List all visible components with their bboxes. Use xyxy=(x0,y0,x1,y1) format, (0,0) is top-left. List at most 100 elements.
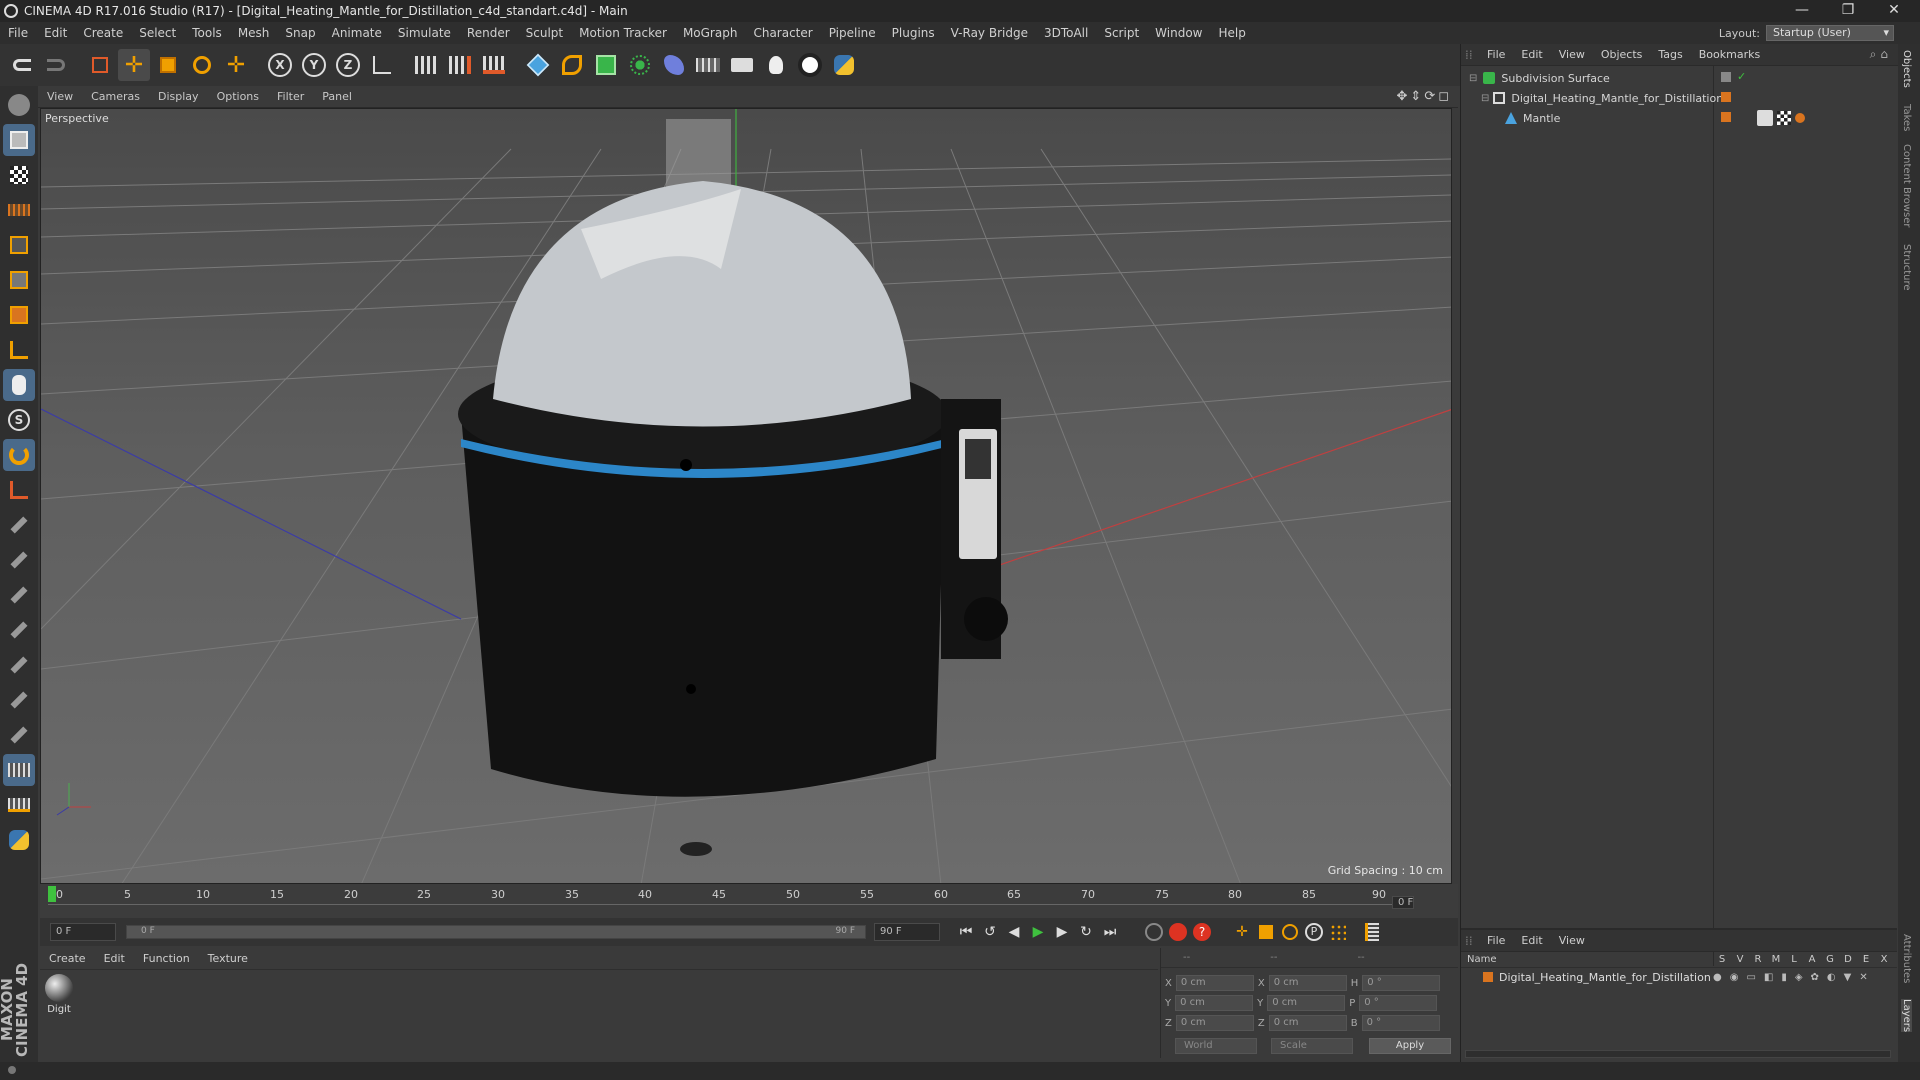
objects-menu-objects[interactable]: Objects xyxy=(1593,48,1651,61)
cube-primitive-icon[interactable] xyxy=(522,49,554,81)
material-menu-edit[interactable]: Edit xyxy=(95,952,134,965)
tab-layers[interactable]: Layers xyxy=(1901,999,1912,1033)
enabled-check-icon[interactable]: ✓ xyxy=(1737,70,1746,83)
tab-attributes[interactable]: Attributes xyxy=(1901,934,1912,983)
layout-dropdown[interactable]: Startup (User) xyxy=(1766,25,1894,41)
play-icon[interactable]: ▶ xyxy=(1026,920,1050,944)
timeline-ruler[interactable]: 0 5 10 15 20 25 30 35 40 45 50 55 60 65 … xyxy=(40,884,1458,918)
quantize-icon[interactable] xyxy=(3,474,35,506)
sculpt-brush-1-icon[interactable] xyxy=(3,509,35,541)
menu-plugins[interactable]: Plugins xyxy=(884,26,943,40)
go-to-end-icon[interactable]: ⏭ xyxy=(1098,920,1122,944)
apply-button[interactable]: Apply xyxy=(1369,1038,1451,1054)
floor-icon[interactable] xyxy=(692,49,724,81)
objects-search-icon[interactable]: ⌕⌂ xyxy=(1870,47,1892,62)
x-axis-lock-icon[interactable]: X xyxy=(264,49,296,81)
axis-mode-icon[interactable] xyxy=(3,334,35,366)
size-mode-dropdown[interactable]: Scale xyxy=(1271,1038,1353,1054)
size-y-field[interactable]: 0 cm xyxy=(1267,995,1346,1011)
lock-workplane-icon[interactable] xyxy=(3,754,35,786)
menu-simulate[interactable]: Simulate xyxy=(390,26,459,40)
menu-help[interactable]: Help xyxy=(1210,26,1253,40)
snapping-icon[interactable]: S xyxy=(3,404,35,436)
tab-structure[interactable]: Structure xyxy=(1901,244,1912,291)
timeline-window-icon[interactable] xyxy=(1360,920,1384,944)
undo-icon[interactable] xyxy=(6,49,38,81)
next-frame-icon[interactable]: ▶ xyxy=(1050,920,1074,944)
texture-mode-icon[interactable] xyxy=(3,159,35,191)
timeline-playhead[interactable] xyxy=(48,886,56,902)
magnet-icon[interactable] xyxy=(3,439,35,471)
polygons-mode-icon[interactable] xyxy=(3,299,35,331)
edges-mode-icon[interactable] xyxy=(3,264,35,296)
material-swatch[interactable]: Digit xyxy=(44,974,74,1024)
viewport-nav-icons[interactable]: ✥⇕⟳◻ xyxy=(1397,89,1452,104)
collapse-icon[interactable]: ⊟ xyxy=(1481,93,1489,104)
menu-mograph[interactable]: MoGraph xyxy=(675,26,746,40)
restore-button[interactable]: ❐ xyxy=(1826,0,1870,22)
layer-color-icon[interactable] xyxy=(1721,92,1731,102)
menu-tools[interactable]: Tools xyxy=(184,26,230,40)
sculpt-brush-3-icon[interactable] xyxy=(3,579,35,611)
render-view-icon[interactable] xyxy=(410,49,442,81)
frame-range-slider[interactable]: 0 F 90 F xyxy=(126,925,866,939)
start-frame-field[interactable]: 0 F xyxy=(50,923,116,941)
layer-flags-icons[interactable]: ●◉▭◧▮◈✿◐▼✕ xyxy=(1713,972,1876,983)
phong-tag-icon[interactable] xyxy=(1757,110,1773,126)
record-keys-icon[interactable] xyxy=(1166,920,1190,944)
menu-snap[interactable]: Snap xyxy=(277,26,323,40)
sculpt-brush-5-icon[interactable] xyxy=(3,649,35,681)
next-key-icon[interactable]: ↻ xyxy=(1074,920,1098,944)
viewport-menu-display[interactable]: Display xyxy=(149,90,208,103)
menu-character[interactable]: Character xyxy=(745,26,820,40)
uvw-tag-icon[interactable] xyxy=(1795,113,1805,123)
key-rotation-icon[interactable] xyxy=(1278,920,1302,944)
layer-color-icon[interactable] xyxy=(1483,972,1493,982)
key-parameter-icon[interactable]: P xyxy=(1302,920,1326,944)
previous-frame-icon[interactable]: ◀ xyxy=(1002,920,1026,944)
make-editable-icon[interactable] xyxy=(3,89,35,121)
vray-icon[interactable] xyxy=(794,49,826,81)
coordinate-system-icon[interactable] xyxy=(366,49,398,81)
menu-select[interactable]: Select xyxy=(131,26,184,40)
render-picture-viewer-icon[interactable] xyxy=(444,49,476,81)
objects-menu-edit[interactable]: Edit xyxy=(1513,48,1550,61)
menu-3dtoall[interactable]: 3DToAll xyxy=(1036,26,1096,40)
move-tool-icon[interactable]: ✛ xyxy=(118,49,150,81)
viewport-menu-options[interactable]: Options xyxy=(208,90,268,103)
live-selection-icon[interactable] xyxy=(84,49,116,81)
object-row-mantle[interactable]: Mantle xyxy=(1461,108,1897,128)
deformer-icon[interactable] xyxy=(658,49,690,81)
layers-horizontal-scrollbar[interactable] xyxy=(1465,1050,1891,1058)
layers-menu-view[interactable]: View xyxy=(1551,934,1593,947)
coordinate-space-dropdown[interactable]: World xyxy=(1175,1038,1257,1054)
menu-file[interactable]: File xyxy=(0,26,36,40)
go-to-start-icon[interactable]: ⏮ xyxy=(954,920,978,944)
tab-takes[interactable]: Takes xyxy=(1901,104,1912,131)
position-y-field[interactable]: 0 cm xyxy=(1175,995,1254,1011)
tab-objects[interactable]: Objects xyxy=(1901,50,1912,88)
menu-mesh[interactable]: Mesh xyxy=(230,26,278,40)
layers-menu-edit[interactable]: Edit xyxy=(1513,934,1550,947)
viewport-menu-view[interactable]: View xyxy=(38,90,82,103)
transform-tool-icon[interactable]: ✛ xyxy=(220,49,252,81)
menu-animate[interactable]: Animate xyxy=(324,26,390,40)
rotation-h-field[interactable]: 0 ° xyxy=(1362,975,1441,991)
rotate-tool-icon[interactable] xyxy=(186,49,218,81)
python-script-icon[interactable] xyxy=(3,824,35,856)
menu-script[interactable]: Script xyxy=(1096,26,1147,40)
layer-tag-icon[interactable] xyxy=(1721,72,1731,82)
collapse-icon[interactable]: ⊟ xyxy=(1469,73,1477,84)
menu-window[interactable]: Window xyxy=(1147,26,1210,40)
material-menu-texture[interactable]: Texture xyxy=(199,952,257,965)
rotation-p-field[interactable]: 0 ° xyxy=(1359,995,1438,1011)
previous-key-icon[interactable]: ↺ xyxy=(978,920,1002,944)
render-settings-icon[interactable] xyxy=(478,49,510,81)
light-icon[interactable] xyxy=(760,49,792,81)
subdivision-surface-icon[interactable] xyxy=(590,49,622,81)
viewport-menu-filter[interactable]: Filter xyxy=(268,90,313,103)
objects-menu-bookmarks[interactable]: Bookmarks xyxy=(1691,48,1768,61)
rotation-b-field[interactable]: 0 ° xyxy=(1361,1015,1440,1031)
workplane-rotate-icon[interactable] xyxy=(3,789,35,821)
workplane-icon[interactable] xyxy=(3,194,35,226)
